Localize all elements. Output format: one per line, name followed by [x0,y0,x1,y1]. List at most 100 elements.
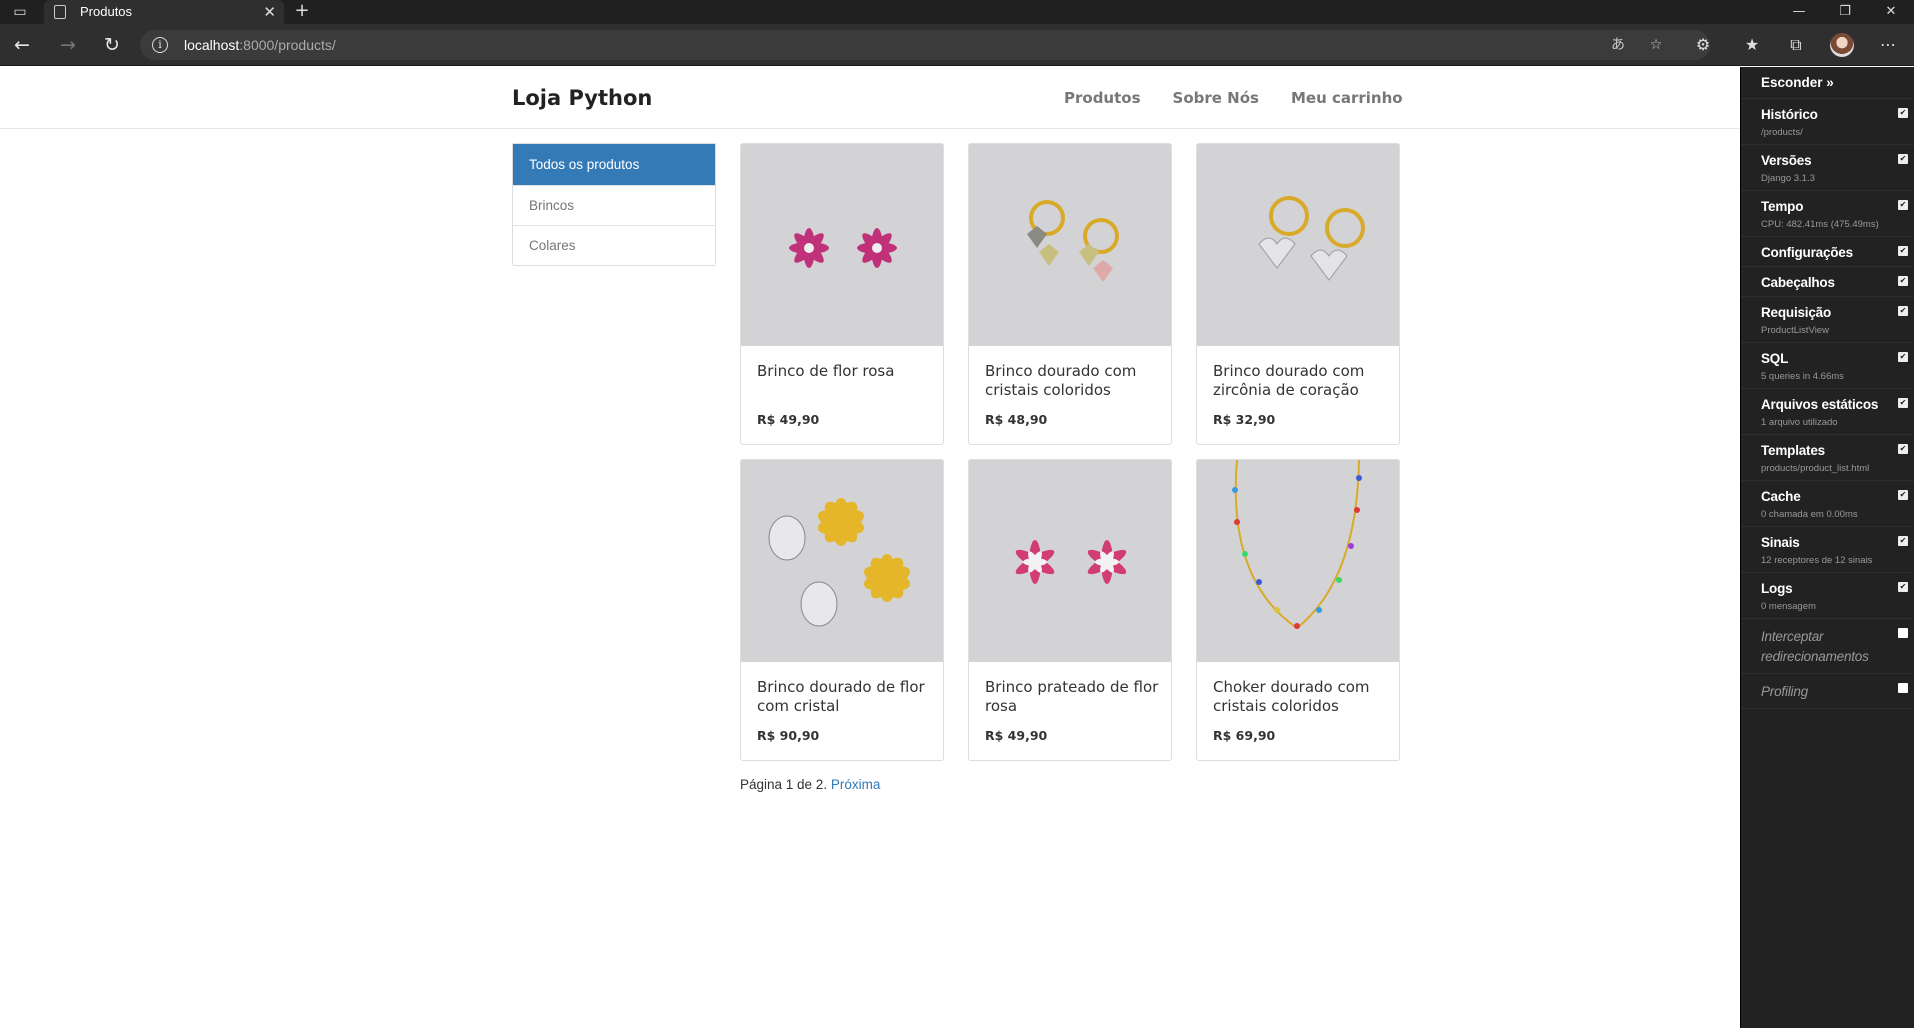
product-name[interactable]: Brinco dourado com cristais coloridos [985,362,1161,400]
pagination-next-link[interactable]: Próxima [831,777,881,792]
debug-panel-templates[interactable]: Templates products/product_list.html ✔ [1741,435,1914,481]
debug-panel-checkbox[interactable] [1898,628,1908,638]
product-card[interactable]: Choker dourado com cristais coloridos R$… [1196,459,1400,761]
debug-panel-configuracoes[interactable]: Configurações ✔ [1741,237,1914,267]
back-icon[interactable]: ← [10,33,34,57]
debug-panel-title[interactable]: SQL [1761,351,1894,366]
translate-icon[interactable]: あ [1608,35,1628,55]
debug-panel-title[interactable]: Arquivos estáticos [1761,397,1894,412]
tab-actions-icon[interactable]: ▭ [8,0,32,24]
menu-icon[interactable]: ⋯ [1876,33,1900,57]
debug-panel-title[interactable]: Cabeçalhos [1761,275,1894,290]
site-brand[interactable]: Loja Python [512,67,652,129]
pagination-status: Página 1 de 2. [740,777,828,792]
product-card[interactable]: Brinco dourado com cristais coloridos R$… [968,143,1172,445]
debug-panel-title[interactable]: Versões [1761,153,1894,168]
debug-panel-checkbox[interactable] [1898,683,1908,693]
debug-panel-cache[interactable]: Cache 0 chamada em 0.00ms ✔ [1741,481,1914,527]
category-item-brincos[interactable]: Brincos [513,185,715,225]
product-name[interactable]: Brinco dourado de flor com cristal [757,678,933,716]
browser-toolbar: ← → ↻ i localhost:8000/products/ あ ☆ ⚙ ★… [0,24,1914,66]
debug-panel-checkbox[interactable]: ✔ [1898,246,1908,256]
debug-panel-logs[interactable]: Logs 0 mensagem ✔ [1741,573,1914,619]
debug-panel-title[interactable]: Profiling [1761,682,1894,702]
debug-panel-checkbox[interactable]: ✔ [1898,276,1908,286]
debug-panel-profiling[interactable]: Profiling [1741,674,1914,709]
debug-panel-title[interactable]: Logs [1761,581,1894,596]
debug-panel-title[interactable]: Requisição [1761,305,1894,320]
forward-icon[interactable]: → [56,33,80,57]
product-image-silver-pink-flower-earrings[interactable] [969,460,1171,662]
url-path: :8000/products/ [239,37,336,53]
debug-panel-title[interactable]: Tempo [1761,199,1894,214]
debug-panel-subtitle: 0 mensagem [1761,601,1816,612]
debug-toolbar-hide-button[interactable]: Esconder » [1741,67,1914,99]
debug-panel-historico[interactable]: Histórico/products/ ✔ [1741,99,1914,145]
product-image-pink-flower-earrings[interactable] [741,144,943,346]
debug-panel-subtitle: 12 receptores de 12 sinais [1761,555,1873,566]
new-tab-button[interactable]: + [290,0,314,24]
debug-panel-checkbox[interactable]: ✔ [1898,154,1908,164]
window-controls: — ❐ ✕ [1776,0,1914,24]
debug-panel-checkbox[interactable]: ✔ [1898,352,1908,362]
profile-avatar[interactable] [1830,33,1854,57]
product-image-gold-hoops-heart-zirconia[interactable] [1197,144,1399,346]
debug-panel-checkbox[interactable]: ✔ [1898,444,1908,454]
restore-icon[interactable]: ❐ [1822,0,1868,24]
main-nav: Produtos Sobre Nós Meu carrinho [1064,67,1435,129]
product-price: R$ 49,90 [757,412,820,427]
debug-panel-arquivos-estaticos[interactable]: Arquivos estáticos 1 arquivo utilizado ✔ [1741,389,1914,435]
collections-icon[interactable]: ⧉ [1784,33,1808,57]
close-window-icon[interactable]: ✕ [1868,0,1914,24]
category-item-colares[interactable]: Colares [513,225,715,265]
debug-panel-checkbox[interactable]: ✔ [1898,536,1908,546]
browser-tab[interactable]: Produtos ✕ [44,0,284,24]
debug-panel-title[interactable]: Cache [1761,489,1894,504]
debug-panel-versoes[interactable]: Versões Django 3.1.3 ✔ [1741,145,1914,191]
debug-panel-title[interactable]: Templates [1761,443,1894,458]
minimize-icon[interactable]: — [1776,0,1822,24]
close-tab-icon[interactable]: ✕ [263,0,276,24]
debug-panel-tempo[interactable]: Tempo CPU: 482.41ms (475.49ms) ✔ [1741,191,1914,237]
debug-panel-requisicao[interactable]: Requisição ProductListView ✔ [1741,297,1914,343]
product-image-gold-flower-crystal-drop[interactable] [741,460,943,662]
nav-link-produtos[interactable]: Produtos [1064,67,1141,129]
product-image-gold-choker-colored-crystals[interactable] [1197,460,1399,662]
product-name[interactable]: Brinco de flor rosa [757,362,933,381]
debug-panel-sql[interactable]: SQL 5 queries in 4.66ms ✔ [1741,343,1914,389]
tab-title: Produtos [80,4,133,19]
debug-panel-checkbox[interactable]: ✔ [1898,582,1908,592]
product-name[interactable]: Brinco prateado de flor rosa [985,678,1161,716]
product-name[interactable]: Brinco dourado com zircônia de coração [1213,362,1389,400]
nav-link-sobre-nos[interactable]: Sobre Nós [1173,67,1259,129]
product-card[interactable]: Brinco dourado com zircônia de coração R… [1196,143,1400,445]
product-name[interactable]: Choker dourado com cristais coloridos [1213,678,1389,716]
nav-link-meu-carrinho[interactable]: Meu carrinho [1291,67,1403,129]
address-bar[interactable]: i localhost:8000/products/ あ ☆ [140,30,1710,60]
extensions-icon[interactable]: ⚙ [1691,33,1715,57]
url-text[interactable]: localhost:8000/products/ [184,30,336,60]
debug-panel-title[interactable]: Configurações [1761,245,1894,260]
refresh-icon[interactable]: ↻ [100,33,124,57]
info-icon[interactable]: i [152,37,168,53]
debug-panel-title[interactable]: Histórico [1761,107,1894,122]
debug-panel-checkbox[interactable]: ✔ [1898,108,1908,118]
product-image-gold-hoops-colored-crystals[interactable] [969,144,1171,346]
debug-panel-cabecalhos[interactable]: Cabeçalhos ✔ [1741,267,1914,297]
debug-panel-subtitle: CPU: 482.41ms (475.49ms) [1761,219,1879,230]
product-card[interactable]: Brinco de flor rosa R$ 49,90 [740,143,944,445]
debug-panel-sinais[interactable]: Sinais 12 receptores de 12 sinais ✔ [1741,527,1914,573]
debug-panel-checkbox[interactable]: ✔ [1898,398,1908,408]
product-card[interactable]: Brinco dourado de flor com cristal R$ 90… [740,459,944,761]
product-card[interactable]: Brinco prateado de flor rosa R$ 49,90 [968,459,1172,761]
debug-panel-subtitle: ProductListView [1761,325,1829,336]
category-item-all[interactable]: Todos os produtos [513,144,715,185]
debug-panel-checkbox[interactable]: ✔ [1898,306,1908,316]
debug-panel-checkbox[interactable]: ✔ [1898,490,1908,500]
debug-panel-checkbox[interactable]: ✔ [1898,200,1908,210]
add-favorite-icon[interactable]: ☆ [1646,35,1666,55]
debug-panel-title[interactable]: Sinais [1761,535,1894,550]
debug-panel-interceptar-redirecionamentos[interactable]: Interceptar redirecionamentos [1741,619,1914,674]
debug-panel-title[interactable]: Interceptar redirecionamentos [1761,627,1894,667]
favorites-icon[interactable]: ★ [1740,33,1764,57]
